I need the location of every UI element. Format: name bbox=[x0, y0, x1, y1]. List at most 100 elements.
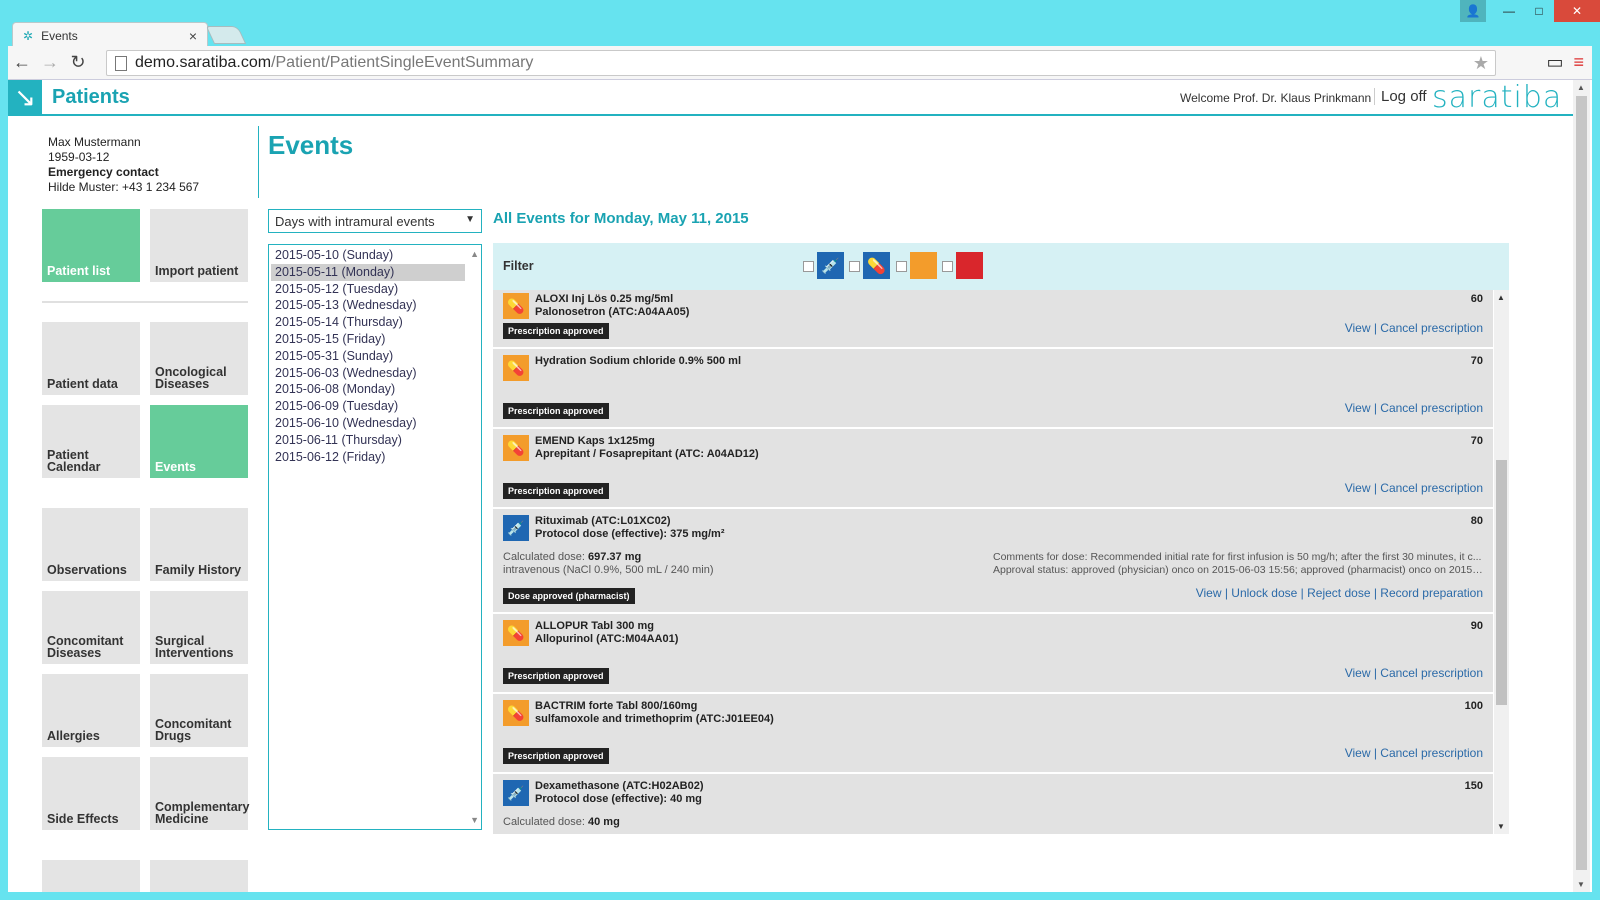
tile-surgical-interventions[interactable]: Surgical Interventions bbox=[150, 591, 248, 664]
address-bar[interactable]: demo.saratiba.com /Patient/PatientSingle… bbox=[106, 50, 1496, 76]
tile-more-1[interactable] bbox=[42, 860, 140, 892]
day-option[interactable]: 2015-05-13 (Wednesday) bbox=[271, 297, 465, 314]
forward-icon[interactable]: → bbox=[36, 52, 64, 73]
tile-family-history[interactable]: Family History bbox=[150, 508, 248, 581]
reload-icon[interactable]: ↻ bbox=[64, 52, 92, 73]
page-viewport: ↘ Patients Welcome Prof. Dr. Klaus Prink… bbox=[8, 80, 1592, 892]
tile-more-2[interactable] bbox=[150, 860, 248, 892]
maximize-button[interactable]: □ bbox=[1524, 0, 1554, 22]
pill-icon: 💊 bbox=[863, 252, 890, 279]
bookmark-star-icon[interactable]: ★ bbox=[1473, 53, 1489, 74]
event-name: ALLOPUR Tabl 300 mg Allopurinol (ATC:M04A… bbox=[535, 620, 679, 645]
event-name: ALOXI Inj Lös 0.25 mg/5ml Palonosetron (A… bbox=[535, 293, 690, 318]
back-icon[interactable]: ← bbox=[8, 52, 36, 73]
day-option[interactable]: 2015-05-12 (Tuesday) bbox=[271, 281, 465, 298]
window-controls: 👤 — □ ✕ bbox=[1460, 0, 1600, 22]
profile-icon[interactable]: 👤 bbox=[1460, 0, 1486, 22]
event-order-number: 100 bbox=[1464, 700, 1483, 712]
tab-title: Events bbox=[41, 28, 78, 43]
browser-toolbar: ← → ↻ demo.saratiba.com /Patient/Patient… bbox=[8, 46, 1592, 80]
day-option[interactable]: 2015-05-11 (Monday) bbox=[271, 263, 465, 281]
filter-bar: Filter 💉 💊 bbox=[493, 243, 1509, 290]
url-host: demo.saratiba.com bbox=[135, 54, 272, 71]
filter-pill-checkbox[interactable] bbox=[849, 261, 860, 272]
browser-tab[interactable]: ✲ Events × bbox=[12, 22, 208, 48]
tile-complementary-medicine[interactable]: Complementary Medicine bbox=[150, 757, 249, 830]
brand-logo[interactable]: saratiba bbox=[1432, 80, 1562, 115]
day-option[interactable]: 2015-06-09 (Tuesday) bbox=[271, 398, 465, 415]
tile-side-effects[interactable]: Side Effects bbox=[42, 757, 140, 830]
minimize-button[interactable]: — bbox=[1494, 0, 1524, 22]
event-name: BACTRIM forte Tabl 800/160mg sulfamoxole … bbox=[535, 700, 774, 725]
scroll-up-icon[interactable]: ▲ bbox=[1497, 293, 1505, 302]
filter-orange-checkbox[interactable] bbox=[896, 261, 907, 272]
logoff-link[interactable]: Log off bbox=[1374, 88, 1427, 105]
event-action-links[interactable]: View | Cancel prescription bbox=[1345, 746, 1483, 760]
saratiba-favicon-icon: ✲ bbox=[23, 28, 34, 43]
page-scrollbar[interactable]: ▲ ▼ bbox=[1573, 80, 1590, 892]
day-option[interactable]: 2015-05-31 (Sunday) bbox=[271, 348, 465, 365]
tile-events[interactable]: Events bbox=[150, 405, 248, 478]
tile-patient-data[interactable]: Patient data bbox=[42, 322, 140, 395]
tile-patient-calendar[interactable]: Patient Calendar bbox=[42, 405, 140, 478]
tile-import-patient[interactable]: Import patient bbox=[150, 209, 248, 282]
tile-concomitant-drugs[interactable]: Concomitant Drugs bbox=[150, 674, 248, 747]
events-title: All Events for Monday, May 11, 2015 bbox=[493, 210, 749, 227]
day-option[interactable]: 2015-06-11 (Thursday) bbox=[271, 432, 465, 449]
tile-allergies[interactable]: Allergies bbox=[42, 674, 140, 747]
browser-window: ✲ Events × 👤 — □ ✕ ← → ↻ demo.saratiba.c… bbox=[0, 0, 1600, 900]
filter-syringe-checkbox[interactable] bbox=[803, 261, 814, 272]
cast-icon[interactable]: ▭ bbox=[1546, 52, 1563, 73]
menu-icon[interactable]: ≡ bbox=[1573, 52, 1584, 73]
day-option[interactable]: 2015-06-08 (Monday) bbox=[271, 381, 465, 398]
tile-observations[interactable]: Observations bbox=[42, 508, 140, 581]
day-option[interactable]: 2015-06-03 (Wednesday) bbox=[271, 365, 465, 382]
event-name: EMEND Kaps 1x125mg Aprepitant / Fosaprepi… bbox=[535, 435, 759, 460]
scroll-up-icon[interactable]: ▲ bbox=[470, 249, 479, 259]
event-order-number: 90 bbox=[1470, 620, 1483, 632]
events-scrollbar[interactable]: ▲ ▼ bbox=[1494, 290, 1509, 834]
filter-red-checkbox[interactable] bbox=[942, 261, 953, 272]
tile-patient-list[interactable]: Patient list bbox=[42, 209, 140, 282]
status-badge: Prescription approved bbox=[503, 403, 609, 419]
close-tab-icon[interactable]: × bbox=[189, 28, 197, 44]
event-row: 💉 Rituximab (ATC:L01XC02) Protocol dose (e… bbox=[493, 509, 1493, 614]
event-action-links[interactable]: View | Cancel prescription bbox=[1345, 666, 1483, 680]
syringe-icon: 💉 bbox=[817, 252, 844, 279]
arrow-logo-icon[interactable]: ↘ bbox=[8, 80, 42, 114]
page-title: Events bbox=[268, 130, 354, 160]
day-option[interactable]: 2015-06-10 (Wednesday) bbox=[271, 415, 465, 432]
event-row: 💊 ALLOPUR Tabl 300 mg Allopurinol (ATC:M04… bbox=[493, 614, 1493, 694]
scroll-down-icon[interactable]: ▼ bbox=[470, 815, 479, 825]
event-action-links[interactable]: View | Cancel prescription bbox=[1345, 401, 1483, 415]
tile-oncological-diseases[interactable]: Oncological Diseases bbox=[150, 322, 248, 395]
event-dose: Calculated dose: 40 mg bbox=[503, 816, 620, 828]
day-option[interactable]: 2015-05-10 (Sunday) bbox=[271, 247, 465, 264]
event-action-links[interactable]: View | Cancel prescription bbox=[1345, 481, 1483, 495]
tile-concomitant-diseases[interactable]: Concomitant Diseases bbox=[42, 591, 140, 664]
pill-icon: 💊 bbox=[503, 355, 529, 381]
orange-square bbox=[910, 252, 937, 279]
pill-icon: 💊 bbox=[503, 700, 529, 726]
day-option[interactable]: 2015-06-12 (Friday) bbox=[271, 449, 465, 466]
scroll-down-icon[interactable]: ▼ bbox=[1497, 822, 1505, 831]
pill-icon: 💊 bbox=[503, 435, 529, 461]
scroll-up-icon[interactable]: ▲ bbox=[1577, 83, 1585, 92]
status-badge: Prescription approved bbox=[503, 668, 609, 684]
status-badge: Prescription approved bbox=[503, 323, 609, 339]
days-filter-select[interactable]: Days with intramural events ▼ bbox=[268, 209, 482, 233]
status-badge: Prescription approved bbox=[503, 748, 609, 764]
day-option[interactable]: 2015-05-15 (Friday) bbox=[271, 331, 465, 348]
event-action-links[interactable]: View | Unlock dose | Reject dose | Recor… bbox=[1196, 586, 1483, 600]
event-name: Rituximab (ATC:L01XC02) Protocol dose (ef… bbox=[535, 515, 725, 540]
page-scroll-thumb[interactable] bbox=[1576, 96, 1587, 870]
vertical-divider bbox=[258, 126, 259, 198]
close-window-button[interactable]: ✕ bbox=[1554, 0, 1600, 22]
day-option[interactable]: 2015-05-14 (Thursday) bbox=[271, 314, 465, 331]
event-action-links[interactable]: View | Cancel prescription bbox=[1345, 321, 1483, 335]
scroll-thumb[interactable] bbox=[1496, 460, 1507, 705]
new-tab-button[interactable] bbox=[205, 26, 247, 44]
scroll-down-icon[interactable]: ▼ bbox=[1577, 880, 1585, 889]
event-row: 💉 Dexamethasone (ATC:H02AB02) Protocol dos… bbox=[493, 774, 1493, 834]
days-list[interactable]: ▲ ▼ 2015-05-10 (Sunday) 2015-05-11 (Monda… bbox=[268, 244, 482, 830]
